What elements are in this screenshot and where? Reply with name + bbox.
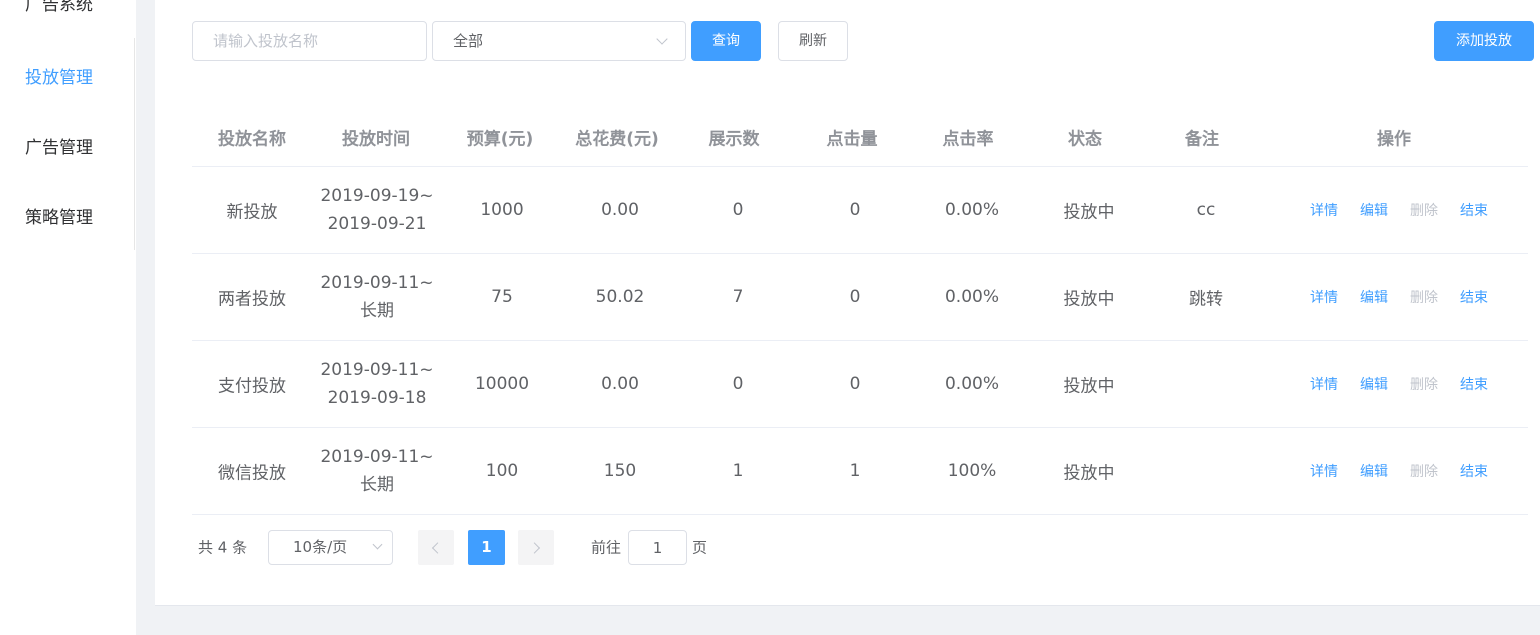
delete-link[interactable]: 删除 (1410, 200, 1438, 220)
cell-impressions: 0 (732, 200, 744, 220)
chevron-down-icon (372, 539, 383, 550)
edit-link[interactable]: 编辑 (1360, 461, 1388, 481)
cell-name: 微信投放 (218, 463, 286, 484)
row-divider (192, 166, 1528, 167)
end-link[interactable]: 结束 (1460, 287, 1488, 307)
delete-link[interactable]: 删除 (1410, 287, 1438, 307)
cell-budget: 100 (485, 461, 519, 481)
status-select[interactable]: 全部 (432, 21, 686, 61)
cell-time: 2019-09-11~ 2019-09-18 (320, 356, 433, 412)
end-link[interactable]: 结束 (1460, 374, 1488, 394)
detail-link[interactable]: 详情 (1310, 374, 1338, 394)
cell-clicks: 0 (849, 287, 861, 307)
row-divider (192, 340, 1528, 341)
cell-time: 2019-09-11~ 长期 (320, 443, 433, 499)
header-ctr: 点击率 (942, 129, 994, 150)
goto-page-input[interactable] (628, 530, 687, 565)
page-size-select[interactable]: 10条/页 (268, 530, 393, 565)
chevron-down-icon (656, 33, 668, 45)
sidebar-item-ad-system[interactable]: 广告系统 (25, 0, 93, 15)
cell-cost: 150 (603, 461, 637, 481)
cell-time-start: 2019-09-11~ (320, 360, 434, 380)
delete-link[interactable]: 删除 (1410, 374, 1438, 394)
cell-status: 投放中 (1063, 202, 1115, 223)
cell-cost: 50.02 (595, 287, 645, 307)
row-divider (192, 514, 1528, 515)
cell-time-end: 2019-09-21 (327, 214, 427, 234)
cell-time-start: 2019-09-19~ (320, 186, 434, 206)
cell-time-start: 2019-09-11~ (320, 447, 434, 467)
cell-budget: 1000 (480, 200, 524, 220)
query-button[interactable]: 查询 (691, 21, 761, 61)
page-number-current[interactable]: 1 (468, 530, 505, 565)
cell-name: 支付投放 (218, 376, 286, 397)
detail-link[interactable]: 详情 (1310, 461, 1338, 481)
sidebar-item-delivery-management[interactable]: 投放管理 (25, 63, 93, 88)
main-panel: 全部 查询 刷新 添加投放 投放名称 投放时间 预算(元) 总花费(元) 展示数… (155, 0, 1540, 606)
row-divider (192, 427, 1528, 428)
cell-cost: 0.00 (601, 200, 639, 220)
cell-name: 新投放 (226, 202, 278, 223)
pagination-total: 共 4 条 (198, 538, 248, 557)
sidebar-item-strategy-management[interactable]: 策略管理 (25, 203, 93, 228)
cell-ctr: 0.00% (944, 200, 1000, 220)
cell-clicks: 0 (849, 374, 861, 394)
header-clicks: 点击量 (826, 129, 878, 150)
sidebar-item-ad-management[interactable]: 广告管理 (25, 133, 93, 158)
refresh-button[interactable]: 刷新 (778, 21, 848, 61)
cell-ctr: 100% (947, 461, 997, 481)
cell-status: 投放中 (1063, 463, 1115, 484)
cell-time-end: 长期 (359, 475, 394, 495)
edit-link[interactable]: 编辑 (1360, 287, 1388, 307)
header-cost: 总花费(元) (575, 129, 659, 150)
header-impressions: 展示数 (708, 129, 760, 150)
delete-link[interactable]: 删除 (1410, 461, 1438, 481)
cell-remark: cc (1196, 200, 1216, 220)
goto-suffix: 页 (692, 538, 708, 557)
search-input[interactable] (192, 21, 427, 61)
header-time: 投放时间 (342, 129, 410, 150)
cell-ctr: 0.00% (944, 374, 1000, 394)
cell-ctr: 0.00% (944, 287, 1000, 307)
cell-time-end: 2019-09-18 (327, 388, 427, 408)
cell-budget: 75 (491, 287, 513, 307)
chevron-left-icon (431, 541, 444, 554)
header-status: 状态 (1068, 129, 1102, 150)
cell-status: 投放中 (1063, 376, 1115, 397)
detail-link[interactable]: 详情 (1310, 287, 1338, 307)
end-link[interactable]: 结束 (1460, 200, 1488, 220)
cell-clicks: 1 (849, 461, 861, 481)
header-actions: 操作 (1377, 129, 1411, 150)
cell-status: 投放中 (1063, 289, 1115, 310)
cell-time: 2019-09-11~ 长期 (320, 269, 433, 325)
cell-clicks: 0 (849, 200, 861, 220)
page-size-value: 10条/页 (293, 538, 348, 556)
cell-impressions: 0 (732, 374, 744, 394)
cell-impressions: 7 (732, 287, 744, 307)
edit-link[interactable]: 编辑 (1360, 200, 1388, 220)
row-divider (192, 253, 1528, 254)
prev-page-button[interactable] (418, 530, 454, 565)
header-remark: 备注 (1185, 129, 1219, 150)
edit-link[interactable]: 编辑 (1360, 374, 1388, 394)
cell-time: 2019-09-19~ 2019-09-21 (320, 182, 433, 238)
goto-prefix: 前往 (591, 538, 622, 557)
add-delivery-button[interactable]: 添加投放 (1434, 21, 1534, 61)
cell-cost: 0.00 (601, 374, 639, 394)
cell-time-start: 2019-09-11~ (320, 273, 434, 293)
cell-name: 两者投放 (218, 289, 286, 310)
next-page-button[interactable] (518, 530, 554, 565)
header-name: 投放名称 (218, 129, 286, 150)
detail-link[interactable]: 详情 (1310, 200, 1338, 220)
cell-time-end: 长期 (359, 301, 394, 321)
header-budget: 预算(元) (466, 129, 534, 150)
cell-remark: 跳转 (1189, 289, 1223, 310)
cell-impressions: 1 (732, 461, 744, 481)
cell-budget: 10000 (474, 374, 530, 394)
end-link[interactable]: 结束 (1460, 461, 1488, 481)
chevron-right-icon (528, 541, 541, 554)
status-select-value: 全部 (453, 32, 484, 50)
sidebar: 广告系统 投放管理 广告管理 策略管理 (0, 0, 136, 635)
sidebar-divider (134, 38, 135, 250)
